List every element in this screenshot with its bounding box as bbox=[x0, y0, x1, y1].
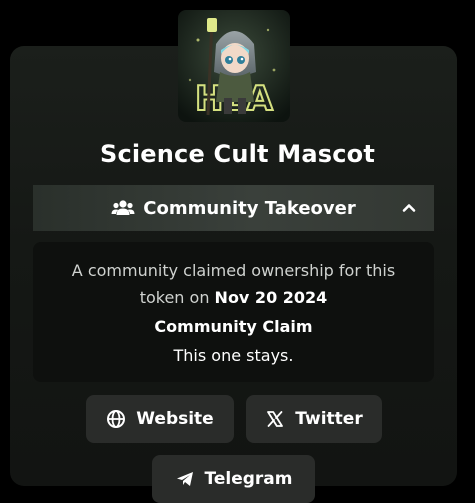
claim-date: Nov 20 2024 bbox=[214, 288, 328, 307]
users-icon bbox=[111, 198, 135, 218]
telegram-icon bbox=[175, 469, 195, 489]
claim-note: This one stays. bbox=[173, 346, 294, 365]
globe-icon bbox=[106, 409, 126, 429]
x-logo-icon bbox=[265, 409, 285, 429]
telegram-link-button[interactable]: Telegram bbox=[152, 455, 315, 503]
website-link-button[interactable]: Website bbox=[86, 395, 234, 443]
chevron-up-icon[interactable] bbox=[400, 199, 418, 217]
claim-description-line1: A community claimed ownership for this bbox=[71, 261, 396, 280]
community-takeover-toggle[interactable]: Community Takeover bbox=[33, 185, 434, 231]
website-link-label: Website bbox=[136, 409, 214, 429]
telegram-link-label: Telegram bbox=[204, 469, 293, 489]
claim-heading: Community Claim bbox=[154, 317, 313, 336]
claim-description-prefix: token on bbox=[139, 288, 215, 307]
twitter-link-label: Twitter bbox=[295, 409, 363, 429]
community-claim-panel: A community claimed ownership for this t… bbox=[33, 242, 434, 382]
twitter-link-button[interactable]: Twitter bbox=[246, 395, 382, 443]
token-name-title: Science Cult Mascot bbox=[99, 140, 376, 168]
claim-description: A community claimed ownership for this t… bbox=[33, 257, 434, 311]
community-takeover-label: Community Takeover bbox=[143, 197, 356, 219]
token-avatar-image: HEA bbox=[178, 10, 290, 122]
